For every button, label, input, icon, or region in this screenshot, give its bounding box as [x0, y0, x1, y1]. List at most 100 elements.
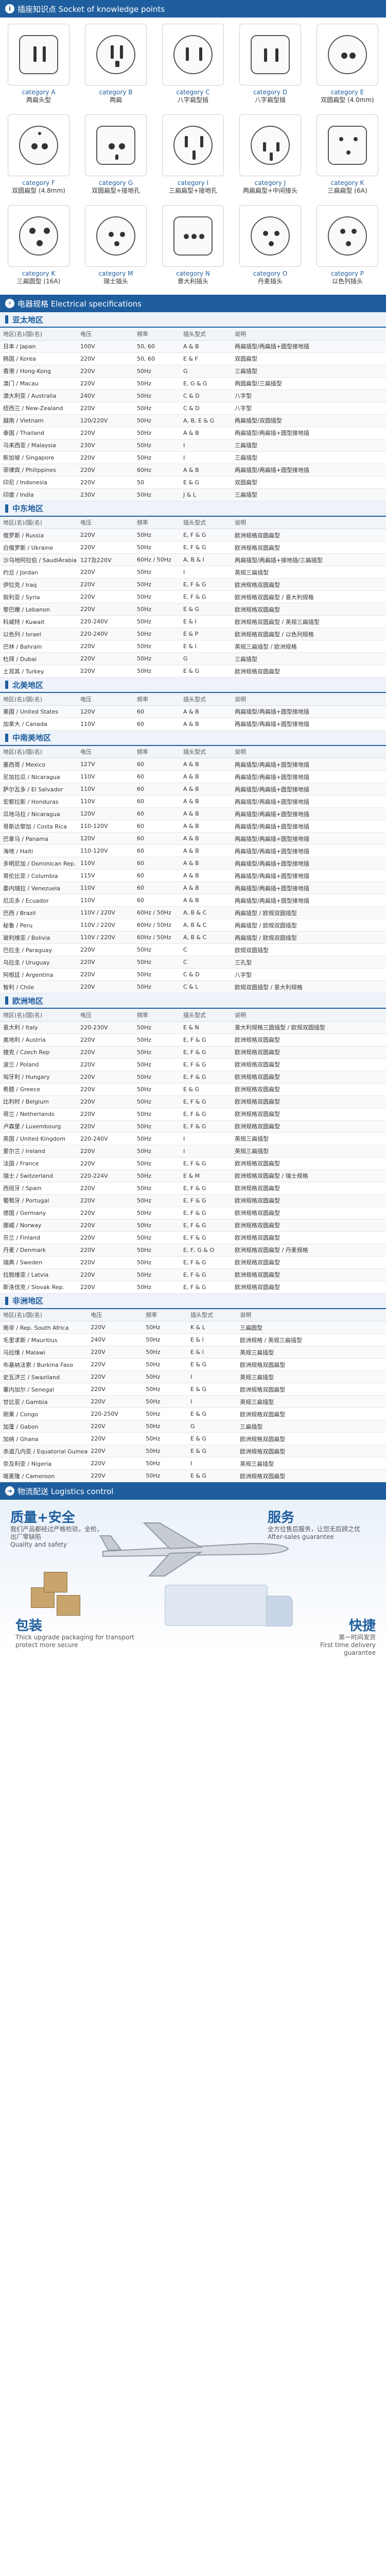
table-cell: 菲律宾 / Philippines	[0, 464, 77, 477]
table-cell: 阿根廷 / Argentina	[0, 968, 77, 981]
table-cell: 奥地利 / Austria	[0, 1033, 77, 1046]
table-cell: 巴拉圭 / Paraguay	[0, 943, 77, 956]
table-cell: 50Hz	[134, 652, 180, 665]
table-cell: 捷克 / Czech Rep	[0, 1046, 77, 1059]
plug-socket-icon	[162, 205, 224, 267]
plug-description: 两扁扁型+中间接头	[242, 187, 298, 194]
table-cell: 欧洲规格双圆扁型	[237, 1445, 386, 1458]
table-cell: 50Hz	[134, 1256, 180, 1269]
table-cell: 以色列 / Israel	[0, 628, 77, 640]
plug-category: category A	[22, 89, 56, 96]
table-row: 荷兰 / Netherlands 220V 50Hz E, F & G 欧洲规格双圆扁型	[0, 1108, 386, 1121]
socket-pin	[111, 45, 114, 59]
table-cell: 八字型	[232, 402, 386, 415]
table-cell: 50Hz	[134, 566, 180, 579]
table-cell: 120V	[77, 832, 134, 845]
table-cell: 110V / 220V	[77, 931, 134, 944]
table-row: 波兰 / Poland 220V 50Hz E, F & G 欧洲规格双圆扁型	[0, 1058, 386, 1071]
socket-pin	[341, 53, 347, 59]
spec-section-title: 电器规格 Electrical specifications	[17, 299, 142, 309]
plug-socket-icon	[85, 114, 147, 176]
spec-table: 地区(名)/国(名) 电压 频率 插头型式 说明 俄罗斯 / Russia 220V 50Hz…	[0, 516, 386, 677]
table-cell: 110-120V	[77, 820, 134, 833]
table-row: 挪威 / Norway 220V 50Hz E, F & G 欧洲规格双圆扁型	[0, 1219, 386, 1232]
table-cell: 两扁插型/双圆插型	[232, 414, 386, 427]
plug-socket-icon	[8, 205, 69, 267]
socket-pin	[29, 228, 36, 234]
table-cell: 220V	[77, 603, 134, 616]
table-cell: E, F & G	[180, 541, 232, 554]
table-cell: 220V	[77, 529, 134, 541]
socket-section-title: 插座知识点 Socket of knowledge points	[17, 4, 165, 14]
table-cell: 50Hz	[134, 377, 180, 390]
plug-socket-icon	[239, 24, 301, 86]
table-cell: 220V	[77, 541, 134, 554]
plug-category: category D	[253, 89, 288, 96]
plug-caption: category P 以色列插头	[331, 270, 364, 285]
spec-table: 地区(名)/国(名) 电压 频率 插头型式 说明 美国 / United States 12…	[0, 693, 386, 731]
table-cell: A & B	[180, 770, 232, 783]
table-cell: E, F & G	[180, 1071, 232, 1083]
table-cell: 希腊 / Greece	[0, 1083, 77, 1096]
table-cell: E, F & G	[180, 1207, 232, 1219]
table-cell: E & P	[180, 628, 232, 640]
table-row: 匈牙利 / Hungary 220V 50Hz E, F & G 欧洲规格双圆扁型	[0, 1071, 386, 1083]
regions-container: 亚太地区 地区(名)/国(名) 电压 频率 插头型式 说明 日本 / Japan 100V 50…	[0, 312, 386, 1482]
table-cell: E, F & G	[180, 590, 232, 603]
plug-category: category K	[22, 270, 56, 277]
table-cell: I	[187, 1370, 237, 1383]
socket-face	[173, 126, 213, 165]
table-cell: E & G	[180, 603, 232, 616]
table-cell: I	[187, 1457, 237, 1470]
region-header: 非洲地区	[0, 1293, 386, 1309]
table-cell: 欧洲规格双圆扁型	[232, 1194, 386, 1207]
table-cell: 两扁插型/两扁插+圆型接地插	[232, 894, 386, 907]
table-cell: 新加坡 / Singapore	[0, 451, 77, 464]
socket-pin	[199, 47, 202, 61]
table-cell: 约旦 / Jordan	[0, 566, 77, 579]
plug-caption: category N 意大利插头	[176, 270, 210, 285]
table-cell: 两扁插型 / 欧规双圆插型	[232, 919, 386, 931]
table-cell: E & F	[180, 352, 232, 365]
table-cell: 50Hz	[134, 1170, 180, 1182]
table-cell: 50Hz	[134, 529, 180, 541]
table-cell: 两扁插型/两扁插+圆型接地插	[232, 783, 386, 795]
table-cell: 乌拉圭 / Uruguay	[0, 956, 77, 969]
table-cell: E, F & G	[180, 1281, 232, 1294]
socket-pin	[200, 136, 203, 147]
table-cell: 220-224V	[77, 1170, 134, 1182]
table-cell: I	[180, 566, 232, 579]
table-header-row: 地区(名)/国(名) 电压 频率 插头型式 说明	[0, 693, 386, 706]
table-cell: 220V	[87, 1358, 143, 1371]
table-cell: 墨西哥 / Mexico	[0, 758, 77, 771]
table-cell: 220V	[77, 1182, 134, 1195]
table-cell: 两扁插型/两扁插+圆型接地插	[232, 705, 386, 718]
column-header: 频率	[134, 745, 180, 758]
table-cell: 布基纳法索 / Burkina Faso	[0, 1358, 88, 1371]
plug-description: 双圆扁型 (4.8mm)	[12, 187, 65, 194]
table-cell: 奈及利亚 / Nigeria	[0, 1457, 88, 1470]
plug-category: category E	[330, 89, 364, 96]
table-cell: 马拉维 / Malawi	[0, 1346, 88, 1359]
table-cell: 50Hz	[134, 1108, 180, 1121]
socket-pin	[33, 46, 37, 62]
socket-pin	[263, 142, 266, 151]
table-cell: 欧洲规格双圆扁型	[232, 541, 386, 554]
column-header: 地区(名)/国(名)	[0, 745, 77, 758]
plug-category: category K	[330, 179, 364, 187]
table-cell: A & B	[180, 882, 232, 894]
table-row: 卢森堡 / Luxembourg 220V 50Hz E, F & G 欧洲规格双圆扁型	[0, 1120, 386, 1133]
table-cell: E & G	[180, 476, 232, 489]
column-header: 说明	[237, 1309, 386, 1321]
spec-table: 地区(名)/国(名) 电压 频率 插头型式 说明 意大利 / Italy 220-230V 5…	[0, 1009, 386, 1294]
socket-pin	[109, 232, 114, 237]
plug-card: category E 双圆扁型 (4.0mm)	[309, 21, 386, 111]
plug-card: category D 八字扁型插	[232, 21, 309, 111]
column-header: 频率	[134, 516, 180, 529]
table-cell: 英国 / United Kingdom	[0, 1132, 77, 1145]
column-header: 插头型式	[180, 745, 232, 758]
table-cell: 澳门 / Macau	[0, 377, 77, 390]
table-row: 约旦 / Jordan 220V 50Hz I 英规三扁插型	[0, 566, 386, 579]
spec-table: 地区(名)/国(名) 电压 频率 插头型式 说明 日本 / Japan 100V 50, 60…	[0, 328, 386, 501]
table-cell: A & B	[180, 869, 232, 882]
